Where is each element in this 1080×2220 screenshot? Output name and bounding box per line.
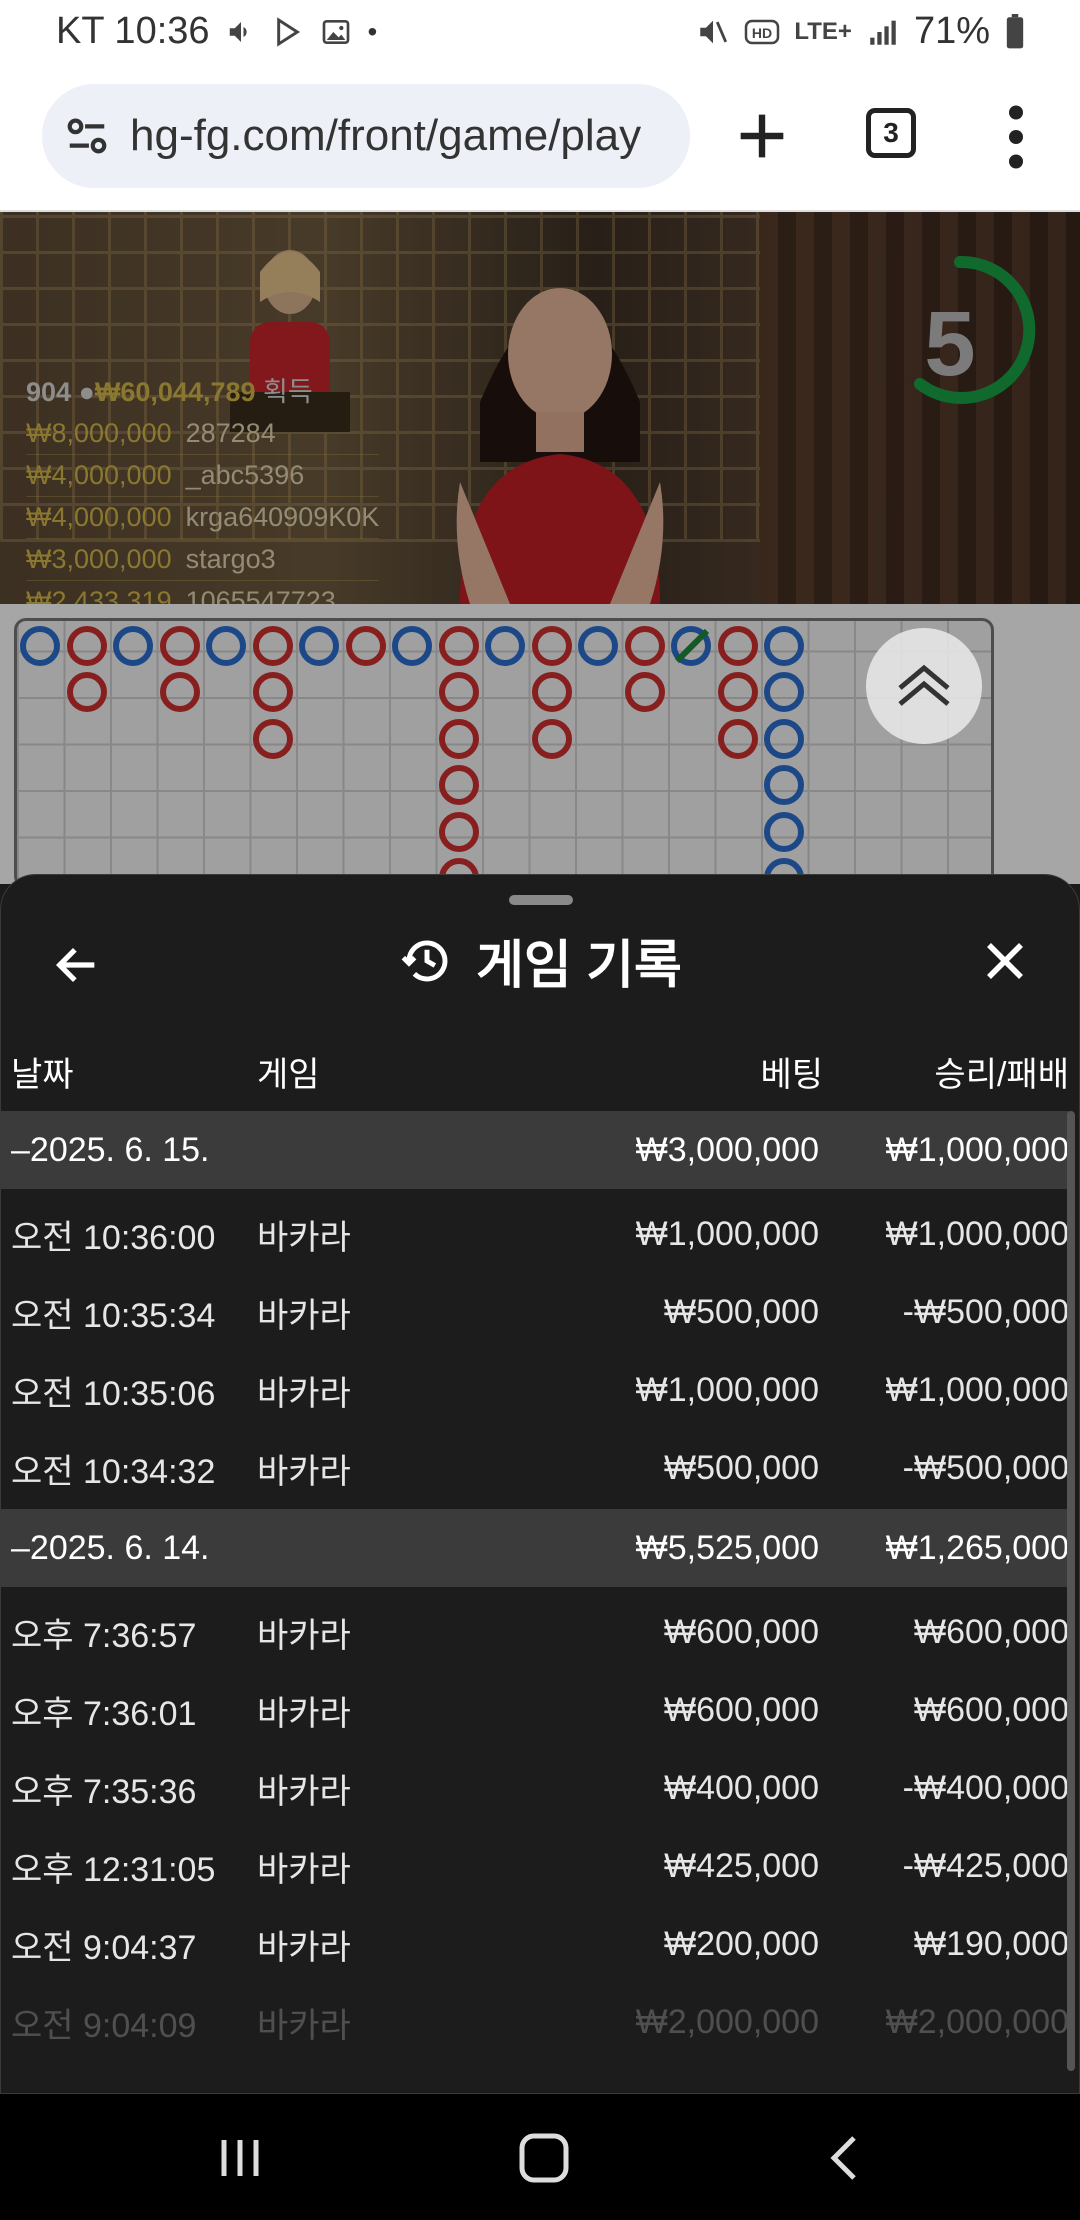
row-bet: ₩1,000,000 <box>635 1214 819 1253</box>
row-result: -₩425,000 <box>902 1846 1069 1885</box>
row-result: ₩2,000,000 <box>885 2002 1069 2041</box>
row-bet: ₩500,000 <box>664 1448 819 1487</box>
row-bet: ₩425,000 <box>664 1846 819 1885</box>
group-date: –2025. 6. 15. <box>11 1130 210 1169</box>
row-game: 바카라 <box>257 2006 351 2045</box>
drag-handle[interactable] <box>509 895 573 905</box>
group-result-total: ₩1,000,000 <box>885 1130 1069 1169</box>
expand-scoreboard-button[interactable] <box>866 628 982 744</box>
row-result: -₩400,000 <box>902 1768 1069 1807</box>
row-result: -₩500,000 <box>902 1448 1069 1487</box>
network-type: LTE+ <box>794 17 852 45</box>
date-group-header[interactable]: –2025. 6. 15. ₩3,000,000 ₩1,000,000 <box>1 1111 1069 1189</box>
sheet-title-text: 게임 기록 <box>476 937 682 995</box>
group-date: –2025. 6. 14. <box>11 1528 210 1567</box>
history-row[interactable]: 오전 10:34:32 바카라 ₩500,000 -₩500,000 <box>1 1429 1069 1507</box>
backdrop-dim[interactable] <box>0 212 1080 884</box>
col-date: 날짜 <box>11 1056 74 1094</box>
svg-text:HD: HD <box>752 25 772 41</box>
row-bet: ₩600,000 <box>664 1690 819 1729</box>
history-row[interactable]: 오후 7:36:01 바카라 ₩600,000 ₩600,000 <box>1 1671 1069 1749</box>
close-icon[interactable] <box>981 937 1029 985</box>
row-time: 오전 10:34:32 <box>11 1452 216 1491</box>
more-menu-button[interactable] <box>996 102 1036 172</box>
row-bet: ₩200,000 <box>664 1924 819 1963</box>
row-game: 바카라 <box>257 1374 351 1413</box>
group-result-total: ₩1,265,000 <box>885 1528 1069 1567</box>
history-row[interactable]: 오전 10:35:34 바카라 ₩500,000 -₩500,000 <box>1 1273 1069 1351</box>
row-time: 오후 7:36:57 <box>11 1616 197 1655</box>
row-game: 바카라 <box>257 1452 351 1491</box>
history-row[interactable]: 오전 9:04:37 바카라 ₩200,000 ₩190,000 <box>1 1905 1069 1983</box>
row-game: 바카라 <box>257 1296 351 1335</box>
row-result: ₩600,000 <box>914 1612 1069 1651</box>
address-bar[interactable]: hg-fg.com/front/game/play <box>42 84 690 188</box>
history-icon <box>401 940 448 981</box>
col-game: 게임 <box>257 1056 320 1094</box>
history-row[interactable]: 오후 7:36:57 바카라 ₩600,000 ₩600,000 <box>1 1593 1069 1671</box>
carrier-time: KT 10:36 <box>56 10 210 52</box>
double-chevron-up-icon <box>898 664 950 706</box>
row-bet: ₩600,000 <box>664 1612 819 1651</box>
back-button[interactable] <box>816 2132 876 2184</box>
row-result: ₩1,000,000 <box>885 1214 1069 1253</box>
history-row[interactable]: 오전 10:36:00 바카라 ₩1,000,000 ₩1,000,000 <box>1 1195 1069 1273</box>
row-time: 오후 7:36:01 <box>11 1694 197 1733</box>
row-game: 바카라 <box>257 1218 351 1257</box>
play-store-icon <box>276 16 300 47</box>
row-time: 오전 10:35:34 <box>11 1296 216 1335</box>
battery-icon <box>1006 13 1024 48</box>
sheet-scrollbar[interactable] <box>1067 1111 1075 2071</box>
browser-toolbar: hg-fg.com/front/game/play 3 <box>0 66 1080 212</box>
recent-apps-button[interactable] <box>210 2132 270 2184</box>
row-time: 오후 12:31:05 <box>11 1850 216 1889</box>
site-settings-icon[interactable] <box>64 113 110 159</box>
row-game: 바카라 <box>257 1616 351 1655</box>
date-group-header[interactable]: –2025. 6. 14. ₩5,525,000 ₩1,265,000 <box>1 1509 1069 1587</box>
row-bet: ₩1,000,000 <box>635 1370 819 1409</box>
row-time: 오전 10:35:06 <box>11 1374 216 1413</box>
mute-icon <box>700 20 728 43</box>
battery-percent: 71% <box>913 10 990 52</box>
tab-switcher-button[interactable]: 3 <box>866 108 916 158</box>
row-result: -₩500,000 <box>902 1292 1069 1331</box>
url-text[interactable]: hg-fg.com/front/game/play <box>130 111 641 161</box>
group-bet-total: ₩3,000,000 <box>635 1130 819 1169</box>
home-button[interactable] <box>514 2132 574 2184</box>
row-time: 오전 9:04:37 <box>11 1928 197 1967</box>
system-nav-bar <box>0 2094 1080 2220</box>
row-time: 오후 7:35:36 <box>11 1772 197 1811</box>
row-time: 오전 9:04:09 <box>11 2006 197 2045</box>
signal-icon <box>870 20 896 45</box>
history-row[interactable]: 오전 9:04:09 바카라 ₩2,000,000 ₩2,000,000 <box>1 1983 1069 2061</box>
history-row[interactable]: 오전 10:35:06 바카라 ₩1,000,000 ₩1,000,000 <box>1 1351 1069 1429</box>
new-tab-button[interactable] <box>730 104 794 168</box>
row-game: 바카라 <box>257 1772 351 1811</box>
row-bet: ₩400,000 <box>664 1768 819 1807</box>
history-row[interactable]: 오후 7:35:36 바카라 ₩400,000 -₩400,000 <box>1 1749 1069 1827</box>
column-headers: 날짜 게임 베팅 승리/패배 <box>1 1035 1079 1099</box>
row-result: ₩190,000 <box>914 1924 1069 1963</box>
gallery-icon <box>322 19 349 44</box>
row-game: 바카라 <box>257 1850 351 1889</box>
notification-dot: • <box>367 15 378 47</box>
game-history-sheet: 게임 기록 날짜 게임 베팅 승리/패배 –2025. 6. 15. ₩3,00… <box>0 874 1080 2094</box>
row-bet: ₩500,000 <box>664 1292 819 1331</box>
history-list: –2025. 6. 15. ₩3,000,000 ₩1,000,000 오전 1… <box>1 1111 1069 2061</box>
history-row[interactable]: 오후 12:31:05 바카라 ₩425,000 -₩425,000 <box>1 1827 1069 1905</box>
sound-icon <box>229 21 247 42</box>
row-result: ₩600,000 <box>914 1690 1069 1729</box>
row-bet: ₩2,000,000 <box>635 2002 819 2041</box>
row-game: 바카라 <box>257 1694 351 1733</box>
col-bet: 베팅 <box>760 1056 823 1094</box>
group-bet-total: ₩5,525,000 <box>635 1528 819 1567</box>
row-game: 바카라 <box>257 1928 351 1967</box>
sheet-title: 게임 기록 <box>1 923 1079 998</box>
status-bar: KT 10:36 • HD LTE+ 71% <box>0 0 1080 66</box>
col-result: 승리/패배 <box>934 1056 1069 1094</box>
row-time: 오전 10:36:00 <box>11 1218 216 1257</box>
hd-icon: HD <box>745 19 780 44</box>
row-result: ₩1,000,000 <box>885 1370 1069 1409</box>
